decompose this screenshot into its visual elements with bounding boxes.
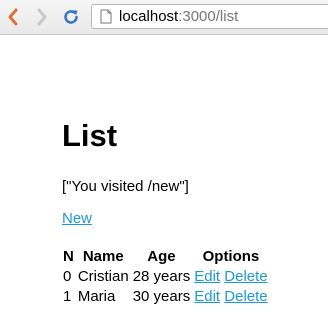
forward-button[interactable] [33, 7, 51, 27]
row-options: Edit Delete [193, 288, 268, 306]
edit-link[interactable]: Edit [194, 288, 220, 305]
column-header-n: N [63, 248, 74, 265]
row-number: 0 [63, 268, 72, 285]
back-arrow-icon [8, 8, 18, 26]
row-age: 30 years [132, 288, 191, 305]
new-link[interactable]: New [62, 210, 92, 228]
page-content: List [62, 118, 117, 154]
forward-arrow-icon [37, 8, 47, 26]
row-options: Edit Delete [193, 268, 268, 286]
flash-message: ["You visited /new"] [62, 178, 189, 195]
page-icon [100, 9, 112, 24]
table-header-row: N Name Age Options [62, 248, 269, 266]
delete-link[interactable]: Delete [224, 268, 267, 285]
url-path: :3000/list [178, 8, 239, 25]
row-age: 28 years [132, 268, 191, 285]
reload-icon [64, 10, 78, 24]
table-row: 1 Maria 30 years Edit Delete [62, 288, 269, 306]
table-row: 0 Cristian 28 years Edit Delete [62, 268, 269, 286]
browser-toolbar: localhost:3000/list [0, 0, 328, 35]
page-title: List [62, 118, 118, 153]
records-table: N Name Age Options 0 Cristian 28 years E… [60, 246, 271, 308]
reload-button[interactable] [62, 7, 80, 27]
back-button[interactable] [4, 7, 22, 27]
row-number: 1 [63, 288, 72, 305]
url-host: localhost [119, 8, 179, 25]
row-name: Cristian [77, 268, 129, 285]
address-bar[interactable]: localhost:3000/list [91, 4, 328, 29]
delete-link[interactable]: Delete [224, 288, 267, 305]
column-header-options: Options [202, 248, 260, 265]
column-header-name: Name [82, 248, 124, 265]
edit-link[interactable]: Edit [194, 268, 220, 285]
column-header-age: Age [147, 248, 176, 265]
url-text: localhost:3000/list [119, 8, 238, 26]
row-name: Maria [77, 288, 116, 305]
